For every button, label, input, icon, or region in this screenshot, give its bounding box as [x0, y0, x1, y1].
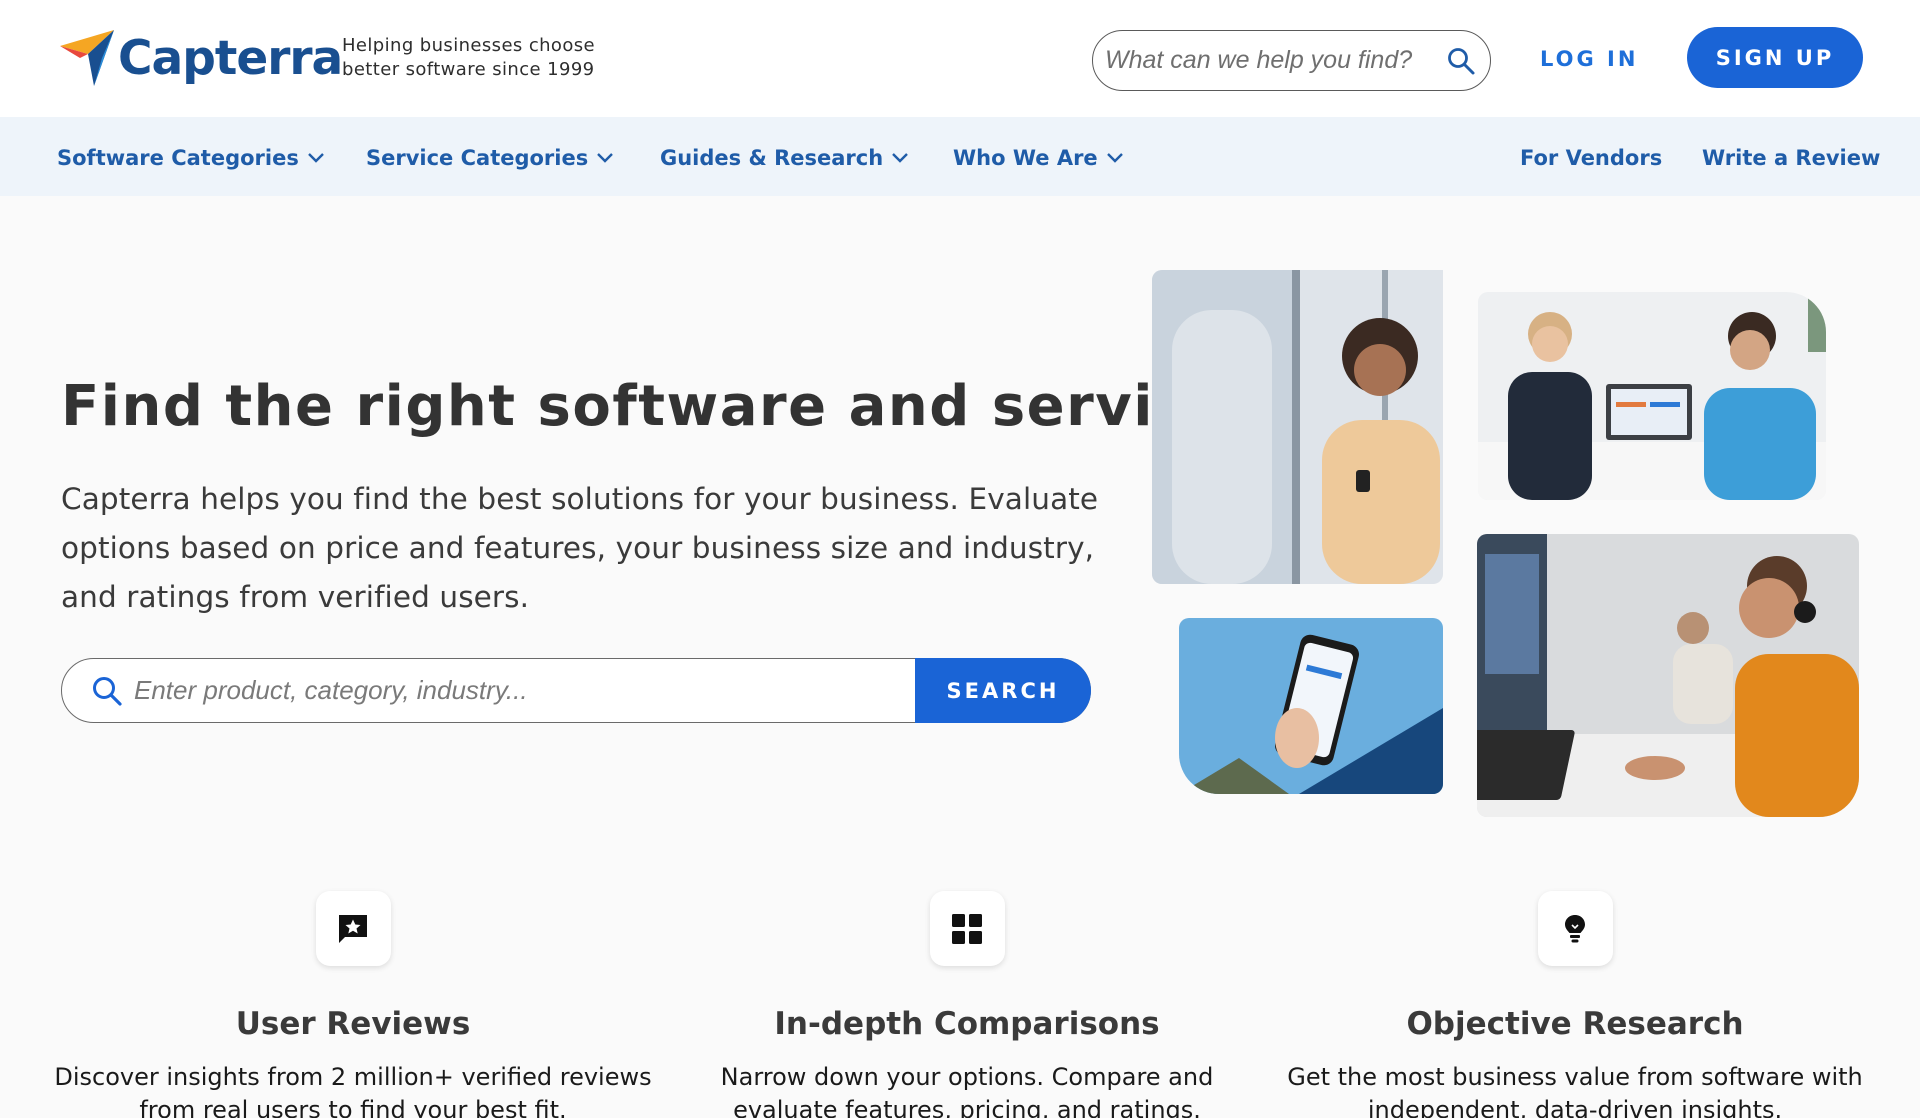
- feature-icon-box: [1537, 891, 1613, 966]
- signup-button[interactable]: SIGN UP: [1687, 27, 1863, 88]
- feature-description: Narrow down your options. Compare and ev…: [720, 1063, 1214, 1118]
- photo-coworkers-with-laptop: [1478, 292, 1826, 500]
- login-link[interactable]: LOG IN: [1540, 44, 1638, 74]
- nav-who-we-are[interactable]: Who We Are: [953, 143, 1124, 173]
- site-header: Capterra Helping businesses choose bette…: [0, 0, 1920, 117]
- feature-title: Objective Research: [1406, 1006, 1744, 1042]
- feature-objective-research: Objective Research Get the most business…: [1275, 891, 1875, 1118]
- nav-item-label: Software Categories: [57, 146, 299, 170]
- nav-for-vendors[interactable]: For Vendors: [1520, 143, 1662, 173]
- nav-item-label: Guides & Research: [660, 146, 884, 170]
- photo-support-agent-headset: [1477, 534, 1859, 817]
- chevron-down-icon: [1106, 153, 1123, 163]
- chevron-down-icon: [307, 153, 324, 163]
- search-button[interactable]: SEARCH: [915, 658, 1091, 723]
- review-star-icon: [339, 914, 367, 943]
- feature-user-reviews: User Reviews Discover insights from 2 mi…: [53, 891, 653, 1118]
- capterra-logo-icon: [60, 30, 114, 86]
- feature-icon-box: [929, 891, 1005, 966]
- photo-woman-with-phone: [1152, 270, 1443, 584]
- tagline-line-1: Helping businesses choose: [342, 35, 595, 56]
- nav-service-categories[interactable]: Service Categories: [366, 143, 614, 173]
- feature-comparisons: In-depth Comparisons Narrow down your op…: [667, 891, 1267, 1118]
- nav-item-label: Who We Are: [953, 146, 1098, 170]
- page-title: Find the right software and services: [61, 374, 1263, 439]
- main-nav: Software Categories Service Categories G…: [0, 117, 1920, 196]
- nav-item-label: Service Categories: [366, 146, 589, 170]
- hero-description: Capterra helps you find the best solutio…: [61, 482, 1099, 614]
- brand-tagline: Helping businesses choose better softwar…: [342, 34, 595, 82]
- search-icon: [93, 677, 122, 706]
- hero-search-input[interactable]: [134, 659, 914, 721]
- feature-title: User Reviews: [235, 1006, 471, 1042]
- logo-wordmark: Capterra: [118, 30, 343, 86]
- nav-guides-research[interactable]: Guides & Research: [660, 143, 909, 173]
- chevron-down-icon: [597, 153, 614, 163]
- tagline-line-2: better software since 1999: [342, 59, 595, 80]
- nav-write-review[interactable]: Write a Review: [1702, 143, 1880, 173]
- feature-icon-box: [315, 891, 391, 966]
- feature-title: In-depth Comparisons: [774, 1006, 1160, 1042]
- lightbulb-icon: [1565, 914, 1585, 942]
- nav-software-categories[interactable]: Software Categories: [57, 143, 325, 173]
- grid-icon: [952, 913, 982, 944]
- feature-description: Get the most business value from softwar…: [1287, 1063, 1863, 1118]
- chevron-down-icon: [892, 153, 909, 163]
- photo-hand-holding-phone: [1179, 618, 1443, 794]
- search-icon[interactable]: [1446, 46, 1476, 76]
- feature-description: Discover insights from 2 million+ verifi…: [54, 1063, 652, 1118]
- header-search-input[interactable]: [1105, 46, 1446, 75]
- capterra-logo[interactable]: Capterra: [58, 28, 343, 88]
- header-search-box[interactable]: [1092, 30, 1491, 91]
